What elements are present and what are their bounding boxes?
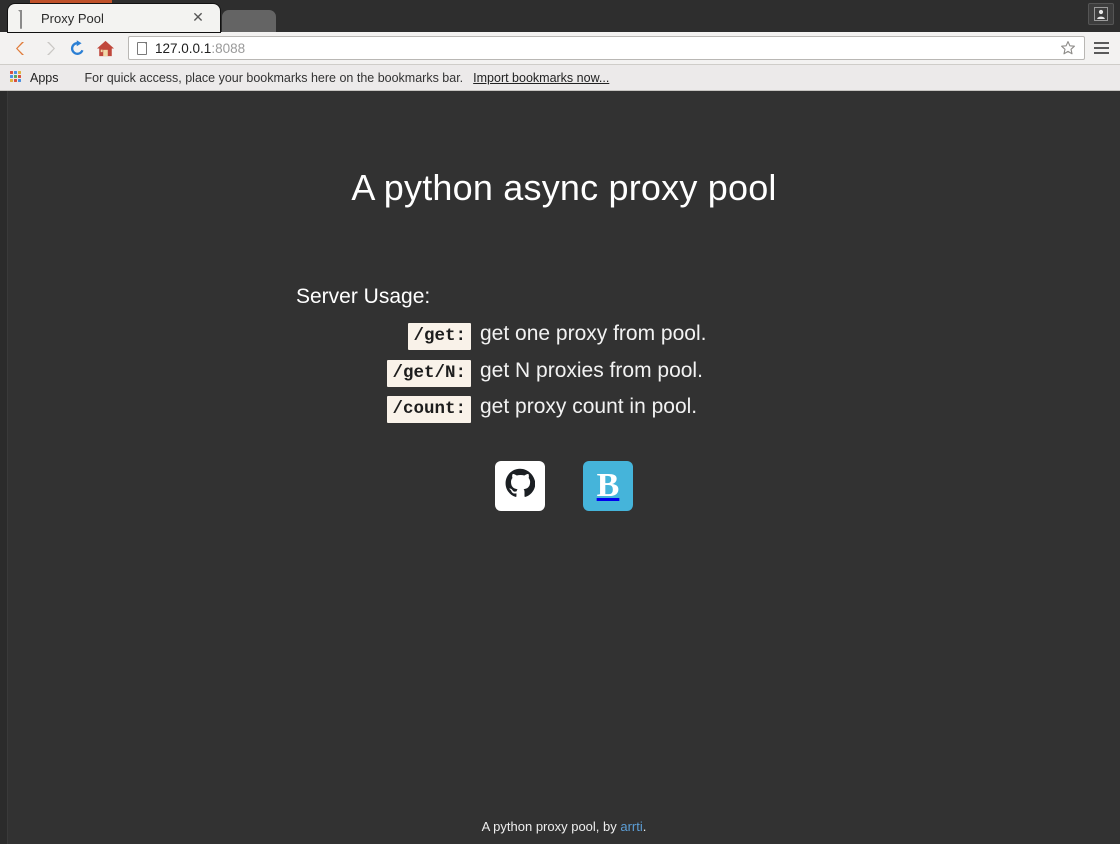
home-icon[interactable] xyxy=(91,35,119,61)
page-title: A python async proxy pool xyxy=(351,167,777,208)
close-icon[interactable]: ✕ xyxy=(190,10,206,26)
page-icon xyxy=(20,9,33,29)
github-link[interactable] xyxy=(495,460,545,511)
proxy-pool-page: A python async proxy pool Server Usage: … xyxy=(8,91,1120,844)
address-bar-text: 127.0.0.1:8088 xyxy=(155,41,1058,56)
viewport-left-gutter xyxy=(0,91,8,844)
endpoint-list: /get: get one proxy from pool. /get/N: g… xyxy=(8,322,1120,423)
address-host: 127.0.0.1 xyxy=(155,40,212,56)
apps-bookmark-label[interactable]: Apps xyxy=(30,71,59,85)
bookmarks-bar: Apps For quick access, place your bookma… xyxy=(0,65,1120,91)
github-icon xyxy=(505,468,536,503)
page-viewport: A python async proxy pool Server Usage: … xyxy=(0,91,1120,844)
back-arrow-icon[interactable] xyxy=(7,35,35,61)
endpoint-row: /count: get proxy count in pool. xyxy=(8,395,1120,423)
hamburger-menu-icon[interactable] xyxy=(1089,35,1113,61)
footer-author-link[interactable]: arrti xyxy=(620,819,642,834)
new-tab-button[interactable] xyxy=(222,10,276,32)
blog-link[interactable]: B xyxy=(583,460,633,511)
address-port: :8088 xyxy=(211,40,246,56)
social-links: B xyxy=(8,460,1120,511)
apps-grid-icon[interactable] xyxy=(10,71,23,84)
endpoint-description: get proxy count in pool. xyxy=(480,395,698,418)
tab-proxy-pool[interactable]: Proxy Pool ✕ xyxy=(8,4,220,32)
endpoint-row: /get: get one proxy from pool. xyxy=(8,322,1120,350)
endpoint-route-code: /get: xyxy=(408,323,471,350)
bookmarks-hint: For quick access, place your bookmarks h… xyxy=(84,70,464,85)
endpoint-route: /get: xyxy=(8,323,471,350)
endpoint-description: get one proxy from pool. xyxy=(480,322,707,345)
page-footer: A python proxy pool, by arrti. xyxy=(8,819,1120,834)
blog-icon: B xyxy=(596,466,620,504)
endpoint-route: /count: xyxy=(8,396,471,423)
tab-strip: Proxy Pool ✕ xyxy=(0,0,1120,32)
endpoint-route-code: /count: xyxy=(387,396,471,423)
page-icon xyxy=(137,41,147,55)
server-usage-heading: Server Usage: xyxy=(296,285,431,308)
endpoint-row: /get/N: get N proxies from pool. xyxy=(8,358,1120,387)
forward-arrow-icon xyxy=(35,35,63,61)
address-bar[interactable]: 127.0.0.1:8088 xyxy=(128,36,1085,60)
server-usage-section: Server Usage: /get: get one proxy from p… xyxy=(8,285,1120,423)
import-bookmarks-link[interactable]: Import bookmarks now... xyxy=(473,71,609,85)
endpoint-route: /get/N: xyxy=(8,359,471,387)
footer-suffix: . xyxy=(642,819,647,834)
user-avatar-icon[interactable] xyxy=(1088,3,1114,25)
tab-title: Proxy Pool xyxy=(41,10,104,26)
browser-window: Proxy Pool ✕ 127.0.0.1:8088 Apps For qui… xyxy=(0,0,1120,844)
endpoint-route-code: /get/N: xyxy=(387,359,471,387)
footer-prefix: A python proxy pool, by xyxy=(481,819,621,834)
endpoint-description: get N proxies from pool. xyxy=(480,358,703,382)
titlebar-controls xyxy=(1088,3,1114,25)
reload-icon[interactable] xyxy=(63,35,91,61)
browser-toolbar: 127.0.0.1:8088 xyxy=(0,32,1120,65)
star-icon[interactable] xyxy=(1058,38,1078,58)
